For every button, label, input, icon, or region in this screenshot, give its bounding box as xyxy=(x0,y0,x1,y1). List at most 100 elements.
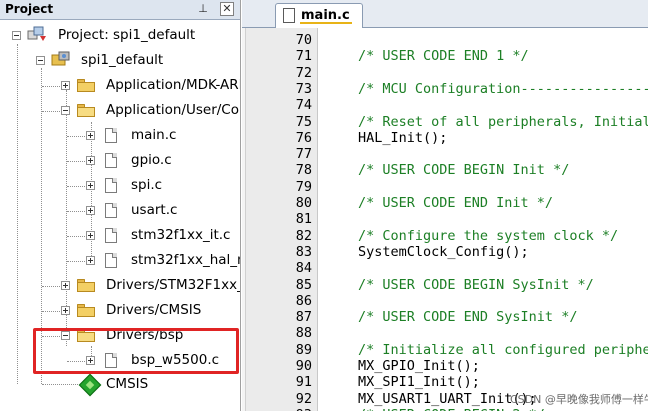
file-icon xyxy=(105,228,117,243)
file-icon xyxy=(105,128,117,143)
tree-expander[interactable] xyxy=(36,56,45,65)
line-number: 75 xyxy=(295,113,312,130)
code-line[interactable]: 86 xyxy=(246,293,648,309)
tree-expander[interactable] xyxy=(86,231,95,240)
code-line[interactable]: 73 /* MCU Configuration------------------… xyxy=(246,81,648,97)
code-line[interactable]: 74 xyxy=(246,97,648,113)
code-comment: /* USER CODE BEGIN 2 */ xyxy=(358,407,545,411)
tree-item-file[interactable]: spi.c xyxy=(131,177,162,193)
tree-item-target[interactable]: spi1_default xyxy=(81,52,163,68)
line-number: 74 xyxy=(295,97,312,114)
code-line[interactable]: 75 /* Reset of all peripherals, Initializ… xyxy=(246,114,648,130)
code-statement: MX_SPI1_Init(); xyxy=(358,374,480,391)
tree-expander[interactable] xyxy=(61,81,70,90)
tree-expander[interactable] xyxy=(61,106,70,115)
highlight-box xyxy=(33,328,239,374)
tree-expander[interactable] xyxy=(86,181,95,190)
tree-expander[interactable] xyxy=(61,281,70,290)
line-number: 80 xyxy=(295,195,312,211)
tree-expander[interactable] xyxy=(86,206,95,215)
code-line[interactable]: 72 xyxy=(246,65,648,81)
code-statement: MX_GPIO_Init(); xyxy=(358,358,480,374)
line-number: 91 xyxy=(295,374,312,391)
tree-guide xyxy=(67,161,85,162)
line-number: 70 xyxy=(295,32,312,48)
code-line[interactable]: 78 /* USER CODE BEGIN Init */ xyxy=(246,162,648,178)
code-editor: main.c 70 71 /* USER CODE END 1 */ 72 73 /* M… xyxy=(242,0,648,411)
line-number: 83 xyxy=(295,243,312,260)
code-comment: /* USER CODE END 1 */ xyxy=(358,48,529,65)
code-line[interactable]: 81 xyxy=(246,211,648,227)
line-number: 87 xyxy=(295,309,312,326)
tree-guide xyxy=(67,261,85,262)
code-comment: /* Configure the system clock */ xyxy=(358,227,619,244)
code-line[interactable]: 79 xyxy=(246,179,648,195)
tree-item-file[interactable]: stm32f1xx_it.c xyxy=(131,227,230,243)
line-number: 78 xyxy=(295,162,312,179)
line-number: 79 xyxy=(295,178,312,195)
tree-expander[interactable] xyxy=(61,306,70,315)
code-line[interactable]: 84 xyxy=(246,260,648,276)
code-line[interactable]: 83 SystemClock_Config(); xyxy=(246,244,648,260)
code-comment: /* Initialize all configured peripherals… xyxy=(358,341,648,358)
code-comment: /* Reset of all peripherals, Initializes… xyxy=(358,113,648,130)
code-line[interactable]: 90 MX_GPIO_Init(); xyxy=(246,358,648,374)
code-comment: /* USER CODE END Init */ xyxy=(358,195,554,211)
code-line[interactable]: 93 /* USER CODE BEGIN 2 */ xyxy=(246,407,648,411)
code-line[interactable]: 82 /* Configure the system clock */ xyxy=(246,228,648,244)
file-icon xyxy=(105,153,117,168)
tree-item-file[interactable]: usart.c xyxy=(131,202,177,218)
tree-item-group[interactable]: Application/User/Core xyxy=(106,102,240,118)
tree-guide xyxy=(42,311,60,312)
code-line[interactable]: 77 xyxy=(246,146,648,162)
tab-main-c[interactable]: main.c xyxy=(275,3,363,28)
code-line[interactable]: 85 /* USER CODE BEGIN SysInit */ xyxy=(246,277,648,293)
project-panel: Project ⊥ ✕ Project: spi1_default spi1_d… xyxy=(0,0,241,411)
cmsis-gem-icon xyxy=(78,373,102,397)
tree-guide xyxy=(67,236,85,237)
tree-item-file[interactable]: main.c xyxy=(131,127,176,143)
line-number: 93 xyxy=(246,407,312,411)
tree-guide xyxy=(42,384,78,385)
target-icon xyxy=(51,51,70,66)
line-number: 90 xyxy=(295,358,312,374)
tree-item-component[interactable]: CMSIS xyxy=(106,376,148,392)
watermark: CSDN @早晚像我师傅一样牛 xyxy=(510,393,648,406)
tree-item-group[interactable]: Application/MDK-ARM xyxy=(106,77,240,93)
code-area[interactable]: 70 71 /* USER CODE END 1 */ 72 73 /* MCU Conf… xyxy=(246,28,648,411)
code-comment: /* USER CODE BEGIN SysInit */ xyxy=(358,276,594,293)
close-icon[interactable]: ✕ xyxy=(220,2,234,16)
tree-guide xyxy=(67,211,85,212)
active-tab-indicator xyxy=(300,22,352,24)
tree-expander[interactable] xyxy=(12,31,21,40)
folder-icon xyxy=(77,279,95,292)
code-line[interactable]: 76 HAL_Init(); xyxy=(246,130,648,146)
code-statement: HAL_Init(); xyxy=(358,129,448,146)
code-line[interactable]: 91 MX_SPI1_Init(); xyxy=(246,374,648,390)
tree-item-file[interactable]: gpio.c xyxy=(131,152,172,168)
tree-guide xyxy=(67,136,85,137)
tree-item-group[interactable]: Drivers/STM32F1xx_HAL_Driver xyxy=(106,277,240,293)
tree-guide xyxy=(42,286,60,287)
tree-expander[interactable] xyxy=(86,256,95,265)
pin-icon[interactable]: ⊥ xyxy=(196,2,210,16)
folder-open-icon xyxy=(77,104,95,117)
code-statement: SystemClock_Config(); xyxy=(358,243,529,260)
tree-expander[interactable] xyxy=(86,131,95,140)
tree-expander[interactable] xyxy=(86,156,95,165)
line-number: 72 xyxy=(295,64,312,81)
folder-icon xyxy=(77,304,95,317)
code-line[interactable]: 70 xyxy=(246,32,648,48)
line-number: 86 xyxy=(295,292,312,309)
line-number: 81 xyxy=(295,211,312,228)
tree-item-file[interactable]: stm32f1xx_hal_msp.c xyxy=(131,252,240,268)
code-line[interactable]: 80 /* USER CODE END Init */ xyxy=(246,195,648,211)
tree-item-project[interactable]: Project: spi1_default xyxy=(58,27,195,43)
code-line[interactable]: 87 /* USER CODE END SysInit */ xyxy=(246,309,648,325)
code-line[interactable]: 88 xyxy=(246,325,648,341)
code-line[interactable]: 71 /* USER CODE END 1 */ xyxy=(246,48,648,64)
tree-guide xyxy=(42,86,60,87)
tree-item-group[interactable]: Drivers/CMSIS xyxy=(106,302,201,318)
folder-icon xyxy=(77,79,95,92)
code-line[interactable]: 89 /* Initialize all configured periphera… xyxy=(246,342,648,358)
